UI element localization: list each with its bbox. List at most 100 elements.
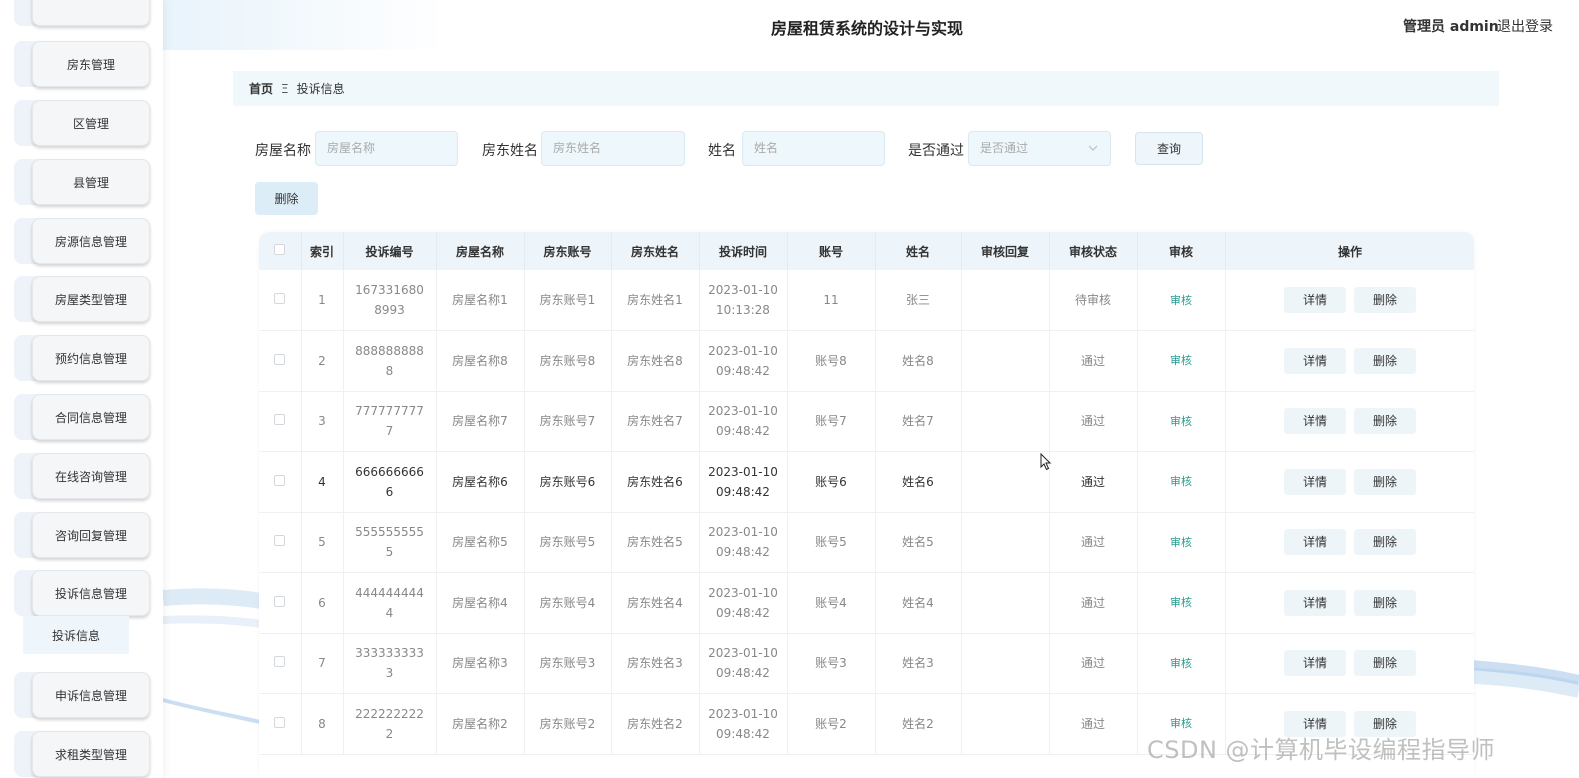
audit-link[interactable]: 审核 <box>1170 657 1192 670</box>
batch-delete-button[interactable]: 删除 <box>255 182 318 215</box>
sidebar-item[interactable]: 投诉信息管理 <box>14 570 150 616</box>
delete-row-button[interactable]: 删除 <box>1354 650 1416 677</box>
table-row[interactable]: 6 4444444444 房屋名称4 房东账号4 房东姓名4 2023-01-10 09:4… <box>259 572 1474 634</box>
row-checkbox-cell <box>259 633 302 694</box>
table-row[interactable]: 3 7777777777 房屋名称7 房东账号7 房东姓名7 2023-01-10 09:4… <box>259 391 1474 452</box>
audit-link[interactable]: 审核 <box>1170 415 1192 428</box>
table-row[interactable]: 5 5555555555 房屋名称5 房东账号5 房东姓名5 2023-01-10 09:4… <box>259 512 1474 573</box>
breadcrumb-home[interactable]: 首页 <box>249 80 273 97</box>
sidebar-item[interactable]: 房源信息管理 <box>14 218 150 264</box>
header: 房屋租赁系统的设计与实现 管理员 admin 退出登录 <box>163 0 1579 50</box>
audit-status-cell: 通过 <box>1049 572 1138 634</box>
logout-link[interactable]: 退出登录 <box>1497 16 1553 36</box>
landlord-name-input[interactable]: 房东姓名 <box>541 131 685 166</box>
detail-button[interactable]: 详情 <box>1284 589 1346 616</box>
audit-reply-cell <box>961 633 1050 694</box>
sidebar-item[interactable]: 区管理 <box>14 100 150 146</box>
sidebar-item[interactable]: 预约信息管理 <box>14 335 150 381</box>
complaint-clock-time: 09:48:42 <box>716 545 770 560</box>
row-checkbox[interactable] <box>274 353 286 365</box>
detail-button[interactable]: 详情 <box>1284 650 1346 677</box>
complaint-no-cell: 2222222222 <box>343 693 437 755</box>
audit-link[interactable]: 审核 <box>1170 596 1192 609</box>
detail-button[interactable]: 详情 <box>1284 347 1346 374</box>
house-name-cell: 房屋名称5 <box>436 512 525 573</box>
audit-status-cell: 通过 <box>1049 693 1138 755</box>
delete-row-button[interactable]: 删除 <box>1354 408 1416 435</box>
row-checkbox[interactable] <box>274 535 286 547</box>
select-all-checkbox[interactable] <box>274 244 286 255</box>
table-row[interactable]: 4 6666666666 房屋名称6 房东账号6 房东姓名6 2023-01-10 09:4… <box>259 451 1474 513</box>
detail-button[interactable]: 详情 <box>1284 408 1346 435</box>
sidebar-item-label: 房源信息管理 <box>32 218 150 264</box>
sidebar-item[interactable]: 房东管理 <box>14 41 150 87</box>
sidebar-item[interactable]: 房屋类型管理 <box>14 276 150 322</box>
complaint-time-cell: 2023-01-10 10:13:28 <box>699 270 788 331</box>
actions-cell: 详情 删除 <box>1225 633 1474 694</box>
actions-cell: 详情 删除 <box>1225 330 1474 392</box>
house-name-input[interactable]: 房屋名称 <box>315 131 458 166</box>
complaint-clock-time: 09:48:42 <box>716 363 770 378</box>
watermark: CSDN @计算机毕设编程指导师 <box>1147 736 1496 764</box>
index-cell: 4 <box>301 451 344 513</box>
index-cell: 3 <box>301 391 344 452</box>
audit-link[interactable]: 审核 <box>1170 536 1192 549</box>
audit-link[interactable]: 审核 <box>1170 354 1192 367</box>
app-title: 房屋租赁系统的设计与实现 <box>771 19 964 38</box>
audit-status-cell: 通过 <box>1049 633 1138 694</box>
sidebar-item-label: 求租类型管理 <box>32 731 150 777</box>
row-checkbox[interactable] <box>274 595 286 607</box>
audit-status-cell: 通过 <box>1049 512 1138 573</box>
audit-link[interactable]: 审核 <box>1170 717 1192 730</box>
name-input[interactable]: 姓名 <box>742 131 885 166</box>
row-checkbox[interactable] <box>274 656 286 668</box>
sidebar-item[interactable]: 合同信息管理 <box>14 394 150 440</box>
complaint-time-cell: 2023-01-10 09:48:42 <box>699 451 788 513</box>
complaint-date: 2023-01-10 <box>708 706 778 721</box>
complaint-date: 2023-01-10 <box>708 525 778 540</box>
complaint-clock-time: 09:48:42 <box>716 424 770 439</box>
audit-reply-cell <box>961 572 1050 634</box>
delete-row-button[interactable]: 删除 <box>1354 529 1416 556</box>
row-checkbox[interactable] <box>274 293 286 304</box>
sidebar-item[interactable]: 求租类型管理 <box>14 731 150 777</box>
row-checkbox[interactable] <box>274 474 286 486</box>
landlord-name-cell: 房东姓名4 <box>611 572 700 634</box>
passed-select-value: 是否通过 <box>980 141 1029 155</box>
audit-cell: 审核 <box>1137 633 1226 694</box>
sidebar-item[interactable]: 用户管理 <box>14 0 150 26</box>
detail-button[interactable]: 详情 <box>1284 468 1346 495</box>
account-cell: 账号6 <box>787 451 876 513</box>
sidebar-item-label: 县管理 <box>32 159 150 205</box>
column-header: 房东姓名 <box>611 232 700 270</box>
table-row[interactable]: 7 3333333333 房屋名称3 房东账号3 房东姓名3 2023-01-10 09:4… <box>259 633 1474 694</box>
sidebar-item[interactable]: 咨询回复管理 <box>14 512 150 558</box>
name-cell: 姓名4 <box>875 572 962 634</box>
row-checkbox[interactable] <box>274 716 286 728</box>
query-button[interactable]: 查询 <box>1135 132 1203 165</box>
row-checkbox[interactable] <box>274 414 286 426</box>
actions-cell: 详情 删除 <box>1225 451 1474 513</box>
complaint-clock-time: 09:48:42 <box>716 666 770 681</box>
audit-status-cell: 待审核 <box>1049 270 1138 331</box>
sidebar-item[interactable]: 县管理 <box>14 159 150 205</box>
audit-reply-cell <box>961 512 1050 573</box>
sidebar-item[interactable]: 申诉信息管理 <box>14 672 150 718</box>
landlord-account-cell: 房东账号5 <box>524 512 612 573</box>
table-row[interactable]: 1 1673316808993 房屋名称1 房东账号1 房东姓名1 2023-01-10 1… <box>259 270 1474 331</box>
passed-select[interactable]: 是否通过 <box>968 131 1111 166</box>
actions-cell: 详情 删除 <box>1225 572 1474 634</box>
delete-row-button[interactable]: 删除 <box>1354 468 1416 495</box>
delete-row-button[interactable]: 删除 <box>1354 287 1416 313</box>
audit-link[interactable]: 审核 <box>1170 475 1192 488</box>
delete-row-button[interactable]: 删除 <box>1354 347 1416 374</box>
sidebar-subitem-complaint-info[interactable]: 投诉信息 <box>23 616 129 654</box>
column-header: 房东账号 <box>524 232 612 270</box>
landlord-name-cell: 房东姓名8 <box>611 330 700 392</box>
detail-button[interactable]: 详情 <box>1284 529 1346 556</box>
sidebar-item[interactable]: 在线咨询管理 <box>14 453 150 499</box>
audit-link[interactable]: 审核 <box>1170 294 1192 307</box>
detail-button[interactable]: 详情 <box>1284 287 1346 313</box>
table-row[interactable]: 2 8888888888 房屋名称8 房东账号8 房东姓名8 2023-01-10 09:4… <box>259 330 1474 392</box>
delete-row-button[interactable]: 删除 <box>1354 589 1416 616</box>
